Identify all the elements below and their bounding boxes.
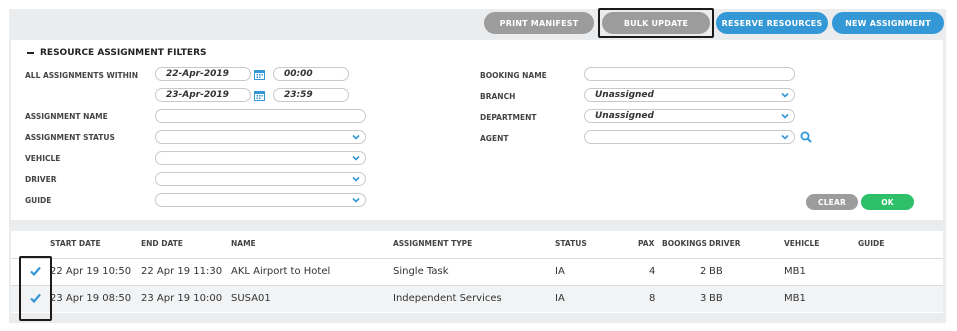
column-header-driver[interactable]: DRIVER	[709, 239, 741, 248]
column-header-end-date[interactable]: END DATE	[141, 239, 183, 248]
clear-button[interactable]: CLEAR	[806, 194, 858, 210]
cell-status: IA	[555, 293, 565, 304]
chevron-down-icon	[781, 113, 789, 119]
ok-button[interactable]: OK	[861, 194, 914, 210]
date-from-value: 22-Apr-2019	[166, 69, 229, 79]
cell-bookings: 3	[700, 293, 707, 304]
agent-select[interactable]	[584, 130, 795, 144]
cell-driver: BB	[709, 293, 723, 304]
cell-bookings: 2	[700, 266, 707, 277]
date-from-field[interactable]: 22-Apr-2019	[155, 67, 251, 81]
agent-label: AGENT	[480, 134, 509, 143]
table-row[interactable]: 23 Apr 19 08:50 23 Apr 19 10:00 SUSA01 I…	[11, 285, 943, 312]
print-manifest-button[interactable]: PRINT MANIFEST	[484, 12, 594, 34]
cell-end-date: 22 Apr 19 11:30	[141, 266, 223, 277]
chevron-down-icon	[352, 176, 360, 182]
booking-name-label: BOOKING NAME	[480, 71, 547, 80]
chevron-down-icon	[781, 92, 789, 98]
calendar-icon[interactable]	[254, 69, 265, 80]
department-value: Unassigned	[595, 111, 654, 121]
time-from-field[interactable]: 00:00	[273, 67, 349, 81]
time-from-value: 00:00	[284, 69, 313, 79]
filters-title-text: RESOURCE ASSIGNMENT FILTERS	[40, 48, 207, 58]
chevron-down-icon	[352, 134, 360, 140]
vehicle-select[interactable]	[155, 151, 366, 165]
cell-name: SUSA01	[231, 293, 271, 304]
column-header-pax[interactable]: PAX	[638, 239, 654, 248]
chevron-down-icon	[352, 155, 360, 161]
table-row[interactable]: 22 Apr 19 10:50 22 Apr 19 11:30 AKL Airp…	[11, 258, 943, 285]
cell-pax: 4	[649, 266, 656, 277]
cell-assignment-type: Independent Services	[393, 293, 502, 304]
chevron-down-icon	[781, 134, 789, 140]
cell-start-date: 22 Apr 19 10:50	[50, 266, 132, 277]
department-select[interactable]: Unassigned	[584, 109, 795, 123]
column-header-vehicle[interactable]: VEHICLE	[784, 239, 819, 248]
column-header-start-date[interactable]: START DATE	[50, 239, 101, 248]
cell-vehicle: MB1	[784, 293, 806, 304]
driver-label: DRIVER	[25, 175, 57, 184]
cell-status: IA	[555, 266, 565, 277]
column-header-name[interactable]: NAME	[231, 239, 256, 248]
assignment-status-select[interactable]	[155, 130, 366, 144]
booking-name-input[interactable]	[584, 67, 795, 81]
filters-panel-title[interactable]: RESOURCE ASSIGNMENT FILTERS	[27, 48, 206, 58]
column-header-guide[interactable]: GUIDE	[858, 239, 884, 248]
assignment-name-label: ASSIGNMENT NAME	[25, 112, 108, 121]
column-header-status[interactable]: STATUS	[555, 239, 587, 248]
guide-select[interactable]	[155, 193, 366, 207]
time-to-value: 23:59	[284, 90, 313, 100]
cell-pax: 8	[649, 293, 656, 304]
minus-icon[interactable]	[27, 52, 34, 54]
branch-select[interactable]: Unassigned	[584, 88, 795, 102]
cell-assignment-type: Single Task	[393, 266, 449, 277]
guide-label: GUIDE	[25, 196, 52, 205]
date-to-value: 23-Apr-2019	[166, 90, 229, 100]
calendar-icon[interactable]	[254, 90, 265, 101]
cell-start-date: 23 Apr 19 08:50	[50, 293, 132, 304]
date-to-field[interactable]: 23-Apr-2019	[155, 88, 251, 102]
cell-driver: BB	[709, 266, 723, 277]
search-icon[interactable]	[800, 131, 812, 143]
assignment-name-input[interactable]	[155, 109, 366, 123]
assignment-status-label: ASSIGNMENT STATUS	[25, 133, 115, 142]
cell-vehicle: MB1	[784, 266, 806, 277]
assignments-table: START DATE END DATE NAME ASSIGNMENT TYPE…	[11, 231, 943, 313]
branch-label: BRANCH	[480, 92, 516, 101]
chevron-down-icon	[352, 197, 360, 203]
branch-value: Unassigned	[595, 90, 654, 100]
all-assignments-within-label: ALL ASSIGNMENTS WITHIN	[25, 71, 138, 80]
cell-name: AKL Airport to Hotel	[231, 266, 331, 277]
new-assignment-button[interactable]: NEW ASSIGNMENT	[832, 12, 944, 34]
column-header-assignment-type[interactable]: ASSIGNMENT TYPE	[393, 239, 472, 248]
bulk-update-focus-highlight	[598, 8, 714, 38]
reserve-resources-button[interactable]: RESERVE RESOURCES	[716, 12, 828, 34]
driver-select[interactable]	[155, 172, 366, 186]
time-to-field[interactable]: 23:59	[273, 88, 349, 102]
department-label: DEPARTMENT	[480, 113, 537, 122]
column-header-bookings[interactable]: BOOKINGS	[662, 239, 707, 248]
cell-end-date: 23 Apr 19 10:00	[141, 293, 223, 304]
checkbox-column-focus-highlight	[19, 256, 52, 321]
resource-assignment-filters-panel: RESOURCE ASSIGNMENT FILTERS ALL ASSIGNME…	[11, 40, 943, 220]
vehicle-label: VEHICLE	[25, 154, 61, 163]
